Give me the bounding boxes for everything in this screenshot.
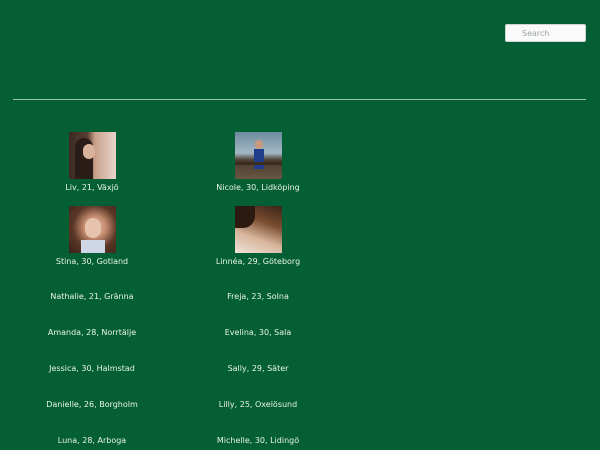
profile-card-jessica[interactable]: Jessica, 30, Halmstad	[12, 364, 172, 374]
profile-caption: Jessica, 30, Halmstad	[49, 364, 135, 373]
header-divider	[13, 99, 586, 100]
profile-caption: Danielle, 26, Borgholm	[46, 400, 138, 409]
profile-caption: Liv, 21, Växjö	[65, 183, 119, 192]
profile-caption: Nathalie, 21, Gränna	[50, 292, 134, 301]
profile-card-stina[interactable]: Stina, 30, Gotland	[12, 206, 172, 267]
profile-card-nathalie[interactable]: Nathalie, 21, Gränna	[12, 292, 172, 302]
profile-caption: Nicole, 30, Lidköping	[216, 183, 300, 192]
profile-card-michelle[interactable]: Michelle, 30, Lidingö	[178, 436, 338, 446]
profile-card-evelina[interactable]: Evelina, 30, Sala	[178, 328, 338, 338]
profile-card-sally[interactable]: Sally, 29, Säter	[178, 364, 338, 374]
profile-caption: Freja, 23, Solna	[227, 292, 289, 301]
profile-caption: Stina, 30, Gotland	[55, 257, 129, 266]
profile-photo[interactable]	[234, 206, 282, 253]
profile-caption: Evelina, 30, Sala	[224, 328, 292, 337]
profile-caption: Lilly, 25, Oxelösund	[218, 400, 298, 409]
profile-card-danielle[interactable]: Danielle, 26, Borgholm	[12, 400, 172, 410]
profile-photo[interactable]	[234, 132, 282, 179]
profile-photo[interactable]	[68, 206, 116, 253]
profile-card-amanda[interactable]: Amanda, 28, Norrtälje	[12, 328, 172, 338]
profile-caption: Michelle, 30, Lidingö	[216, 436, 300, 445]
profile-caption: Luna, 28, Arboga	[57, 436, 127, 445]
profile-card-linnea[interactable]: Linnéa, 29, Göteborg	[178, 206, 338, 267]
profile-card-nicole[interactable]: Nicole, 30, Lidköping	[178, 132, 338, 193]
profile-card-liv[interactable]: Liv, 21, Växjö	[12, 132, 172, 193]
profile-card-lilly[interactable]: Lilly, 25, Oxelösund	[178, 400, 338, 410]
profile-caption: Linnéa, 29, Göteborg	[215, 257, 301, 266]
profile-caption: Sally, 29, Säter	[227, 364, 289, 373]
profile-card-freja[interactable]: Freja, 23, Solna	[178, 292, 338, 302]
profile-photo[interactable]	[68, 132, 116, 179]
search-input[interactable]	[505, 24, 586, 42]
profile-card-luna[interactable]: Luna, 28, Arboga	[12, 436, 172, 446]
profile-caption: Amanda, 28, Norrtälje	[47, 328, 137, 337]
